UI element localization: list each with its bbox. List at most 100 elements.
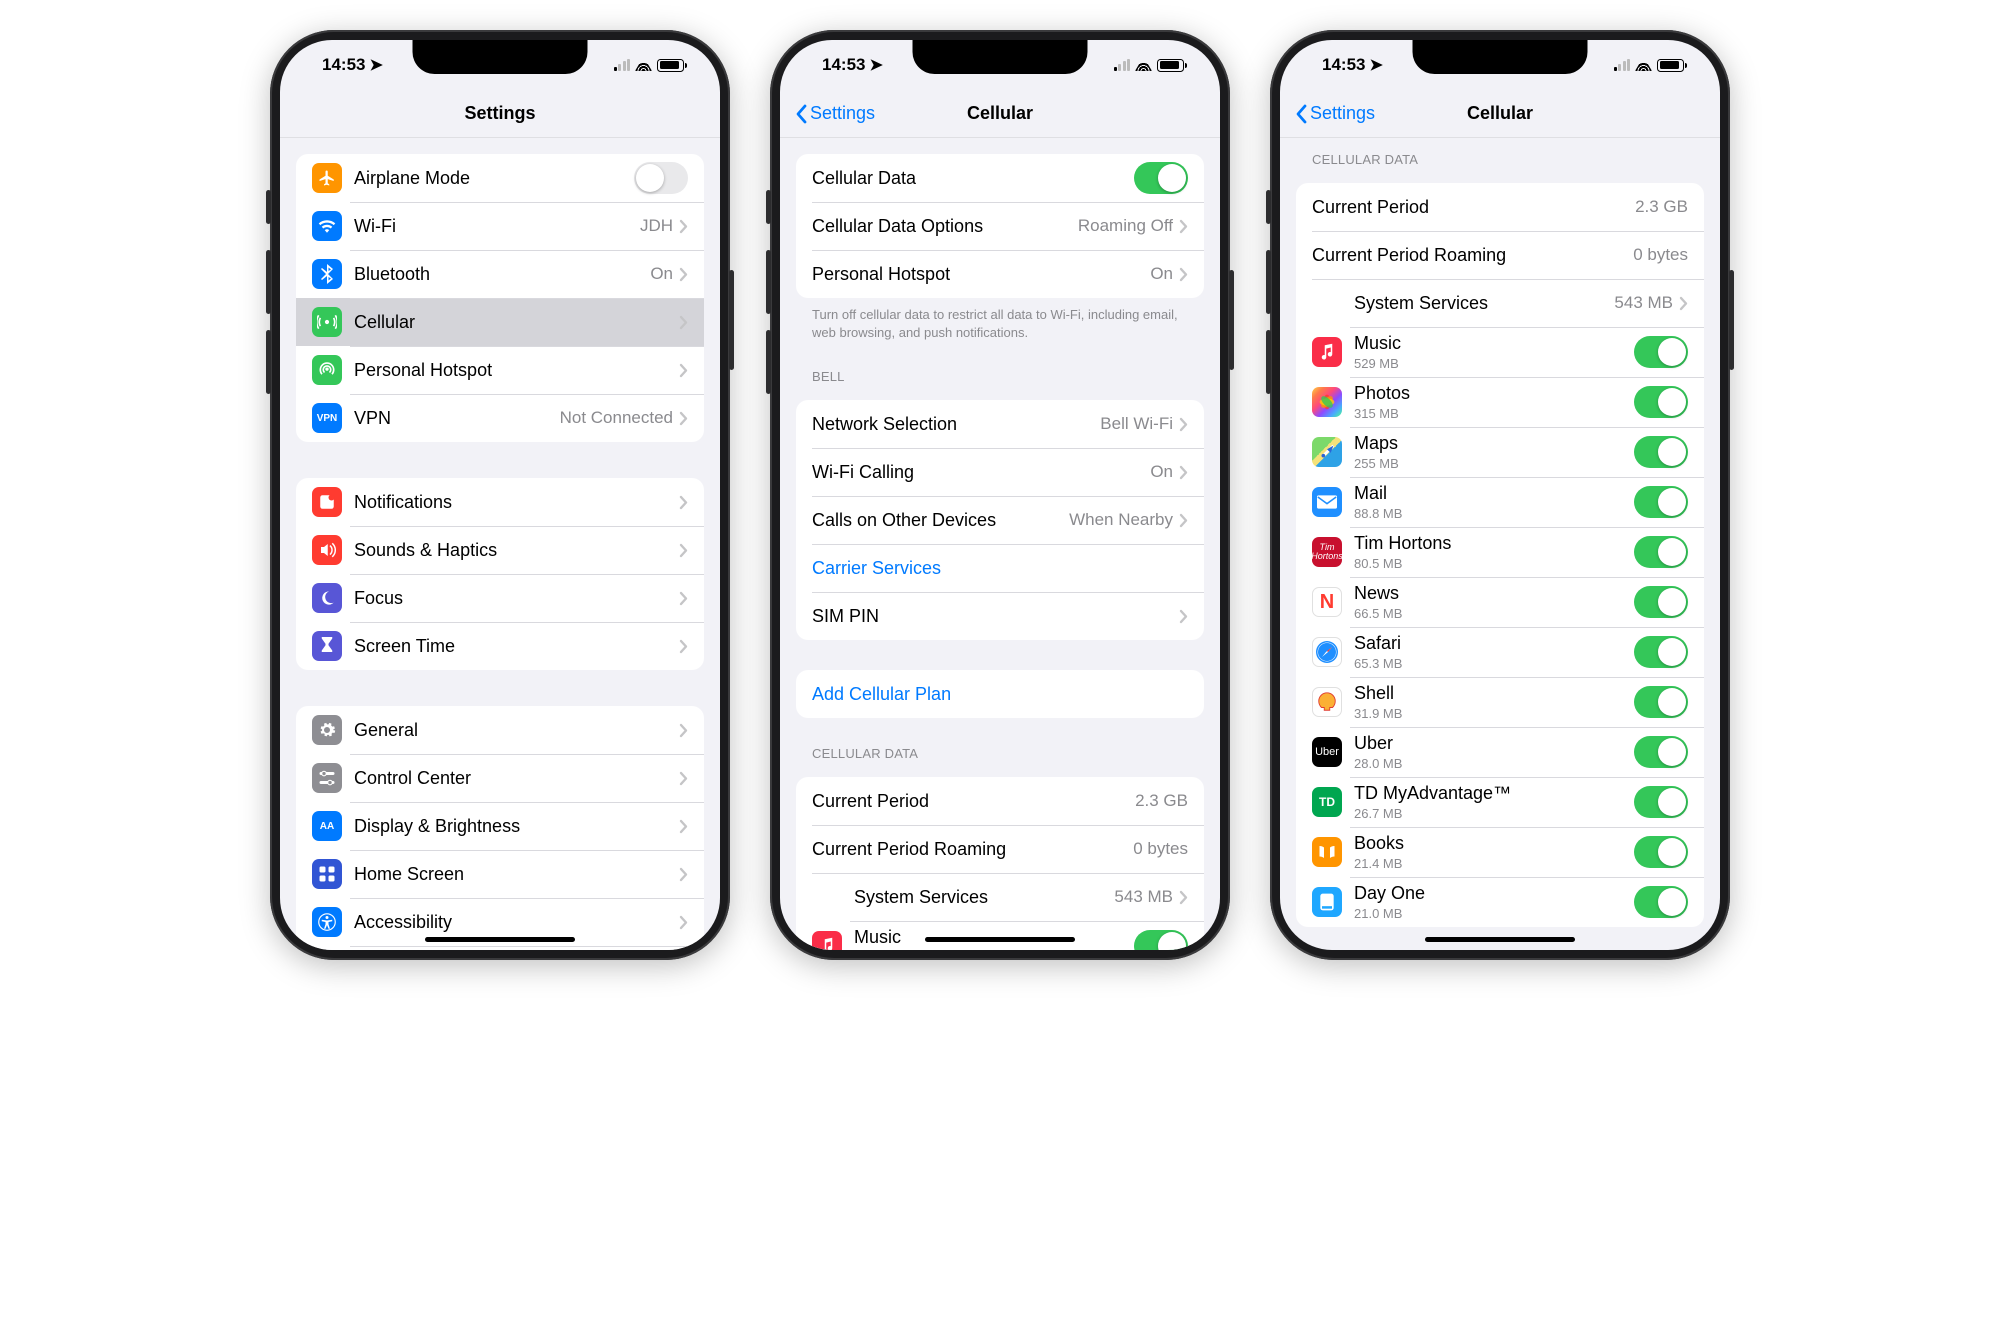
row-label: Calls on Other Devices — [812, 510, 1061, 531]
shell-toggle[interactable] — [1634, 686, 1688, 718]
row-sublabel: 255 MB — [1354, 456, 1634, 471]
chevron-right-icon — [1179, 513, 1188, 528]
row-sublabel: 28.0 MB — [1354, 756, 1634, 771]
photos-toggle[interactable] — [1634, 386, 1688, 418]
row-current-period-roaming[interactable]: Current Period Roaming0 bytes — [796, 825, 1204, 873]
chevron-right-icon — [679, 219, 688, 234]
uber-toggle[interactable] — [1634, 736, 1688, 768]
td-myadvantage--toggle[interactable] — [1634, 786, 1688, 818]
wifi-icon — [1135, 59, 1152, 71]
row-cellular-data-options[interactable]: Cellular Data OptionsRoaming Off — [796, 202, 1204, 250]
row-wi-fi-calling[interactable]: Wi-Fi CallingOn — [796, 448, 1204, 496]
row-calls-on-other-devices[interactable]: Calls on Other DevicesWhen Nearby — [796, 496, 1204, 544]
uber-app-icon: Uber — [1312, 737, 1342, 767]
chevron-right-icon — [679, 723, 688, 738]
row-cellular[interactable]: Cellular — [296, 298, 704, 346]
row-uber[interactable]: UberUber28.0 MB — [1296, 727, 1704, 777]
row-music[interactable]: Music529 MB — [796, 921, 1204, 950]
row-carrier-services[interactable]: Carrier Services — [796, 544, 1204, 592]
row-label: Cellular Data — [812, 168, 1134, 189]
row-label: TD MyAdvantage™ — [1354, 783, 1634, 804]
row-add-cellular-plan[interactable]: Add Cellular Plan — [796, 670, 1204, 718]
row-personal-hotspot[interactable]: Personal Hotspot — [296, 346, 704, 394]
airplane-mode-toggle[interactable] — [634, 162, 688, 194]
row-screen-time[interactable]: Screen Time — [296, 622, 704, 670]
cellular-data-list[interactable]: CELLULAR DATACurrent Period2.3 GBCurrent… — [1280, 138, 1720, 950]
music-toggle[interactable] — [1634, 336, 1688, 368]
sounds-icon — [312, 535, 342, 565]
row-home-screen[interactable]: Home Screen — [296, 850, 704, 898]
maps-toggle[interactable] — [1634, 436, 1688, 468]
row-vpn[interactable]: VPNVPNNot Connected — [296, 394, 704, 442]
row-value: On — [650, 264, 673, 284]
bluetooth-icon — [312, 259, 342, 289]
books-toggle[interactable] — [1634, 836, 1688, 868]
row-sim-pin[interactable]: SIM PIN — [796, 592, 1204, 640]
row-safari[interactable]: Safari65.3 MB — [1296, 627, 1704, 677]
phone-frame-2: 14:53➤ Settings Cellular Cellular DataCe… — [770, 30, 1230, 960]
tim-hortons-toggle[interactable] — [1634, 536, 1688, 568]
row-label: Network Selection — [812, 414, 1092, 435]
row-value: 543 MB — [1614, 293, 1673, 313]
row-shell[interactable]: Shell31.9 MB — [1296, 677, 1704, 727]
row-current-period-roaming[interactable]: Current Period Roaming0 bytes — [1296, 231, 1704, 279]
row-wallpaper[interactable]: Wallpaper — [296, 946, 704, 950]
row-current-period[interactable]: Current Period2.3 GB — [796, 777, 1204, 825]
row-general[interactable]: General — [296, 706, 704, 754]
row-cellular-data[interactable]: Cellular Data — [796, 154, 1204, 202]
row-books[interactable]: Books21.4 MB — [1296, 827, 1704, 877]
day-one-toggle[interactable] — [1634, 886, 1688, 918]
home-indicator[interactable] — [925, 937, 1075, 942]
home-indicator[interactable] — [425, 937, 575, 942]
row-sublabel: 80.5 MB — [1354, 556, 1634, 571]
row-label: Carrier Services — [812, 558, 1188, 579]
cellular-data-toggle[interactable] — [1134, 162, 1188, 194]
row-value: Bell Wi-Fi — [1100, 414, 1173, 434]
row-airplane-mode[interactable]: Airplane Mode — [296, 154, 704, 202]
music-toggle[interactable] — [1134, 930, 1188, 950]
row-value: Roaming Off — [1078, 216, 1173, 236]
row-music[interactable]: Music529 MB — [1296, 327, 1704, 377]
row-mail[interactable]: Mail88.8 MB — [1296, 477, 1704, 527]
row-notifications[interactable]: Notifications — [296, 478, 704, 526]
row-value: On — [1150, 462, 1173, 482]
row-tim-hortons[interactable]: TimHortonsTim Hortons80.5 MB — [1296, 527, 1704, 577]
row-label: Screen Time — [354, 636, 673, 657]
settings-list[interactable]: Airplane ModeWi-FiJDHBluetoothOn Cellular… — [280, 138, 720, 950]
row-display-brightness[interactable]: AADisplay & Brightness — [296, 802, 704, 850]
row-label: Notifications — [354, 492, 673, 513]
settings-group: Current Period2.3 GBCurrent Period Roami… — [796, 777, 1204, 950]
row-label: News — [1354, 583, 1634, 604]
row-system-services[interactable]: System Services543 MB — [1296, 279, 1704, 327]
row-sounds-haptics[interactable]: Sounds & Haptics — [296, 526, 704, 574]
td-app-icon: TD — [1312, 787, 1342, 817]
home-indicator[interactable] — [1425, 937, 1575, 942]
row-personal-hotspot[interactable]: Personal HotspotOn — [796, 250, 1204, 298]
row-maps[interactable]: Maps255 MB — [1296, 427, 1704, 477]
safari-toggle[interactable] — [1634, 636, 1688, 668]
row-value: Not Connected — [560, 408, 673, 428]
row-system-services[interactable]: System Services543 MB — [796, 873, 1204, 921]
row-wi-fi[interactable]: Wi-FiJDH — [296, 202, 704, 250]
cell-signal-icon — [1114, 59, 1131, 71]
row-sublabel: 65.3 MB — [1354, 656, 1634, 671]
chevron-right-icon — [679, 267, 688, 282]
back-button[interactable]: Settings — [794, 103, 875, 124]
news-toggle[interactable] — [1634, 586, 1688, 618]
row-news[interactable]: NNews66.5 MB — [1296, 577, 1704, 627]
row-day-one[interactable]: Day One21.0 MB — [1296, 877, 1704, 927]
row-photos[interactable]: Photos315 MB — [1296, 377, 1704, 427]
back-label: Settings — [1310, 103, 1375, 124]
row-bluetooth[interactable]: BluetoothOn — [296, 250, 704, 298]
row-focus[interactable]: Focus — [296, 574, 704, 622]
row-label: Current Period — [1312, 197, 1627, 218]
mail-toggle[interactable] — [1634, 486, 1688, 518]
cellular-list[interactable]: Cellular Data Cellular Data OptionsRoamin… — [780, 138, 1220, 950]
row-td-myadvantage-[interactable]: TDTD MyAdvantage™26.7 MB — [1296, 777, 1704, 827]
row-current-period[interactable]: Current Period2.3 GB — [1296, 183, 1704, 231]
row-network-selection[interactable]: Network Selection Bell Wi-Fi — [796, 400, 1204, 448]
row-control-center[interactable]: Control Center — [296, 754, 704, 802]
row-label: Add Cellular Plan — [812, 684, 1188, 705]
row-label: Cellular — [354, 312, 673, 333]
back-button[interactable]: Settings — [1294, 103, 1375, 124]
